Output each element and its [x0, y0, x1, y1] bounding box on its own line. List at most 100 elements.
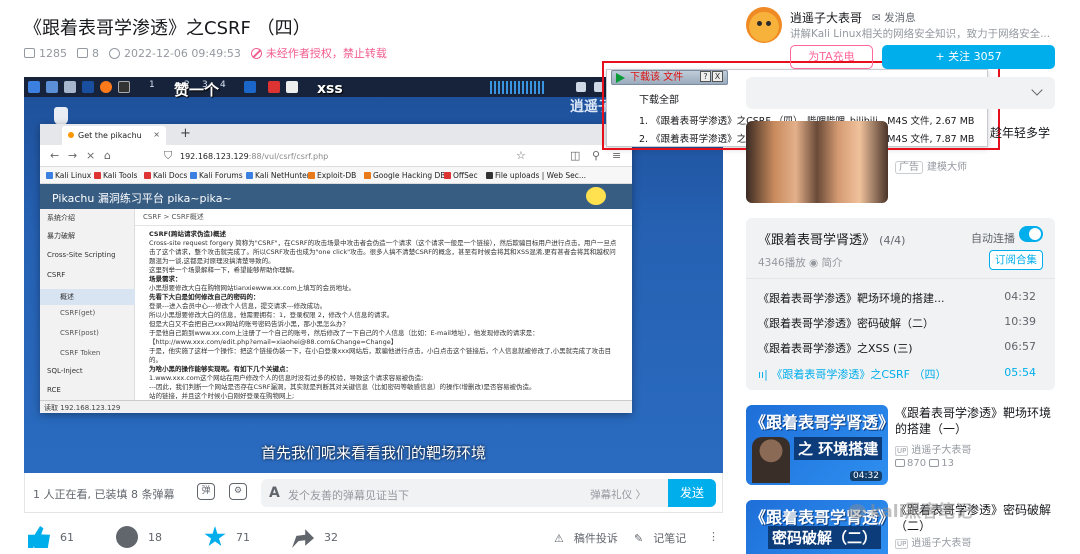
rec-thumbnail[interactable]: 《跟着表哥学肾透》 之 环境搭建 04:32: [746, 405, 888, 485]
subscribe-collection-button[interactable]: 订阅合集: [989, 250, 1043, 270]
forbidden-icon: [250, 47, 262, 59]
kali-menu-icon: [28, 81, 40, 93]
charge-button[interactable]: 为TA充电: [790, 45, 873, 69]
rec-title[interactable]: 《跟着表哥学渗透》靶场环境的搭建（一）: [895, 405, 1055, 437]
follow-button[interactable]: + 关注 3057: [882, 45, 1055, 69]
video-title: 《跟着表哥学渗透》之CSRF （四）: [24, 18, 311, 39]
article-line: ---因此，我们判断一个网站是否存在CSRF漏洞，其实就是判断其对关键信息（比如…: [149, 383, 536, 391]
send-button[interactable]: 发送: [668, 479, 716, 507]
app-icon: [244, 81, 256, 93]
danmaku-toggle-icon[interactable]: 弹: [197, 483, 215, 500]
pikachu-sidebar: 系统介绍 暴力破解 Cross-Site Scripting CSRF 概述 C…: [40, 209, 135, 400]
autoplay-toggle[interactable]: [1019, 226, 1043, 242]
favorite-button[interactable]: 71: [204, 526, 250, 548]
sidebar-item-csrf[interactable]: CSRF: [47, 271, 65, 279]
danmaku-list-panel[interactable]: [746, 77, 1055, 109]
danmaku-etiquette-link[interactable]: 弹幕礼仪 〉: [590, 487, 646, 502]
more-button[interactable]: ⋮: [708, 530, 719, 543]
sidebar-item[interactable]: SQL-Inject: [47, 367, 83, 375]
collection-title[interactable]: 《跟着表哥学肾透》 (4/4): [758, 229, 905, 248]
url-bar[interactable]: 192.168.123.129:88/vul/csrf/csrf.php: [180, 152, 328, 161]
article-line: 的。: [149, 356, 162, 364]
share-button[interactable]: 32: [292, 526, 338, 548]
video-meta: 1285 8 2022-12-06 09:49:53 未经作者授权，禁止转载: [24, 45, 387, 61]
pocket-icon[interactable]: ◫: [570, 149, 580, 162]
article-line: 但是大白又不会把自己xxx网站的账号密码告诉小黑，那小黑怎么办？: [149, 320, 350, 328]
wechat-icon: [848, 504, 866, 519]
sidebar-item[interactable]: CSRF(get): [60, 309, 95, 317]
video-actions: 61 18 71 32 ⚠ 稿件投诉 ✎ 记笔记 ⋮: [24, 526, 723, 554]
bookmark-item[interactable]: Exploit-DB: [308, 171, 356, 180]
advertiser-name[interactable]: 建模大师: [927, 162, 967, 173]
play-icon: [895, 459, 905, 467]
notes-button[interactable]: ✎ 记笔记: [634, 530, 686, 546]
cpu-graph: [490, 81, 546, 94]
bookmark-item[interactable]: Kali Tools: [94, 171, 137, 180]
article-line: 题混为一谈,这都是对原理没搞清楚导致的。: [149, 257, 275, 265]
uploader-name[interactable]: 逍遥子大表哥: [790, 9, 862, 26]
site-title: Pikachu 漏洞练习平台 pika~pika~: [52, 192, 232, 205]
rec-uploader[interactable]: UP 逍遥子大表哥: [895, 534, 971, 549]
thumb-text: 密码破解（二）: [768, 526, 882, 549]
uploader-avatar[interactable]: [746, 7, 782, 43]
danmaku-settings-icon[interactable]: ⚙: [229, 483, 247, 500]
coin-button[interactable]: 18: [116, 526, 162, 548]
bookmarks-bar: Kali Linux Kali Tools Kali Docs Kali For…: [40, 167, 632, 184]
browser-navbar: ← → × ⌂ ⛉ 192.168.123.129:88/vul/csrf/cs…: [40, 145, 632, 167]
menu-icon[interactable]: ≡: [612, 149, 621, 162]
like-button[interactable]: 61: [28, 526, 74, 548]
bookmark-item[interactable]: Kali Forums: [190, 171, 243, 180]
divider: [746, 278, 1055, 279]
ad-thumbnail[interactable]: [746, 121, 888, 203]
new-tab-icon[interactable]: +: [180, 126, 191, 141]
article-line: 所以小黑想要修改大白的信息，他需要拥有：1，登录权限 2，修改个人信息的请求。: [149, 311, 394, 319]
sidebar-item[interactable]: RCE: [47, 386, 61, 394]
article-line: 于是，他实施了这样一个操作：把这个链接伪装一下，在小白登录xxx网站后，欺骗他进…: [149, 347, 612, 355]
back-icon[interactable]: ←: [50, 149, 59, 162]
close-icon[interactable]: ×: [153, 130, 160, 139]
pikachu-header: Pikachu 漏洞练习平台 pika~pika~: [40, 184, 632, 209]
playing-icon: ıı|: [758, 368, 772, 381]
sidebar-item[interactable]: 系统介绍: [47, 213, 75, 223]
report-button[interactable]: ⚠ 稿件投诉: [554, 530, 618, 546]
shield-icon: ⛉: [164, 149, 173, 162]
browser-tab[interactable]: Get the pikachu ×: [62, 126, 166, 145]
star-icon[interactable]: ☆: [516, 149, 526, 162]
sidebar-item-overview[interactable]: 概述: [40, 289, 135, 305]
ad-title[interactable]: 趁年轻多学: [990, 124, 1050, 141]
danmaku-placeholder: 发个友善的弹幕见证当下: [288, 489, 409, 502]
url-host: 192.168.123.129: [180, 152, 249, 161]
rec-uploader[interactable]: UP 逍遥子大表哥: [895, 441, 971, 456]
article-line: 为啥小黑的操作能够实现呢。有如下几个关键点：: [149, 365, 292, 373]
bookmark-item[interactable]: Kali Linux: [46, 171, 91, 180]
app-icon: [268, 81, 280, 93]
play-count-icon: [24, 48, 35, 58]
sidebar-item[interactable]: Cross-Site Scripting: [47, 251, 116, 259]
sidebar-item[interactable]: CSRF(post): [60, 329, 99, 337]
message-link[interactable]: ✉ 发消息: [872, 10, 916, 25]
alert-icon: ⚠: [554, 531, 564, 545]
bookmark-item[interactable]: Kali NetHunter: [246, 171, 310, 180]
sidebar-item[interactable]: 暴力破解: [47, 231, 75, 241]
viewer-count: 1 人正在看, 已装填 8 条弹幕: [33, 488, 175, 501]
danmaku-input[interactable]: A 发个友善的弹幕见证当下 弹幕礼仪 〉 发送: [261, 479, 716, 507]
sidebar-item[interactable]: CSRF Token: [60, 349, 100, 357]
browser-window: Get the pikachu × + ← → × ⌂ ⛉ 192.168.12…: [40, 124, 632, 413]
danmaku-bar: 1 人正在看, 已装填 8 条弹幕 弹 ⚙ A 发个友善的弹幕见证当下 弹幕礼仪…: [24, 473, 723, 513]
bookmark-item[interactable]: File uploads | Web Sec...: [486, 171, 586, 180]
font-style-icon[interactable]: A: [269, 485, 280, 501]
bookmark-item[interactable]: Google Hacking DB: [364, 171, 445, 180]
article-line: 击了这个请求，整个攻击就完成了。所以CSRF攻击也成为"one click"攻击…: [149, 248, 616, 256]
bookmark-item[interactable]: OffSec: [444, 171, 478, 180]
forward-icon[interactable]: →: [68, 149, 77, 162]
article-line: CSRF(跨站请求伪造)概述: [149, 230, 226, 238]
bookmark-item[interactable]: Kali Docs: [144, 171, 187, 180]
stop-icon[interactable]: ×: [86, 149, 95, 162]
extension-icon[interactable]: ⚲: [592, 149, 600, 162]
home-icon[interactable]: ⌂: [104, 149, 111, 162]
terminal-window-icon: [118, 81, 130, 93]
breadcrumb: CSRF > CSRF概述: [135, 209, 632, 226]
article-line: Cross-site request forgery 简称为"CSRF"，在CS…: [149, 239, 617, 247]
danmaku-text: xss: [317, 81, 343, 97]
copyright-notice: 未经作者授权，禁止转载: [265, 47, 387, 60]
